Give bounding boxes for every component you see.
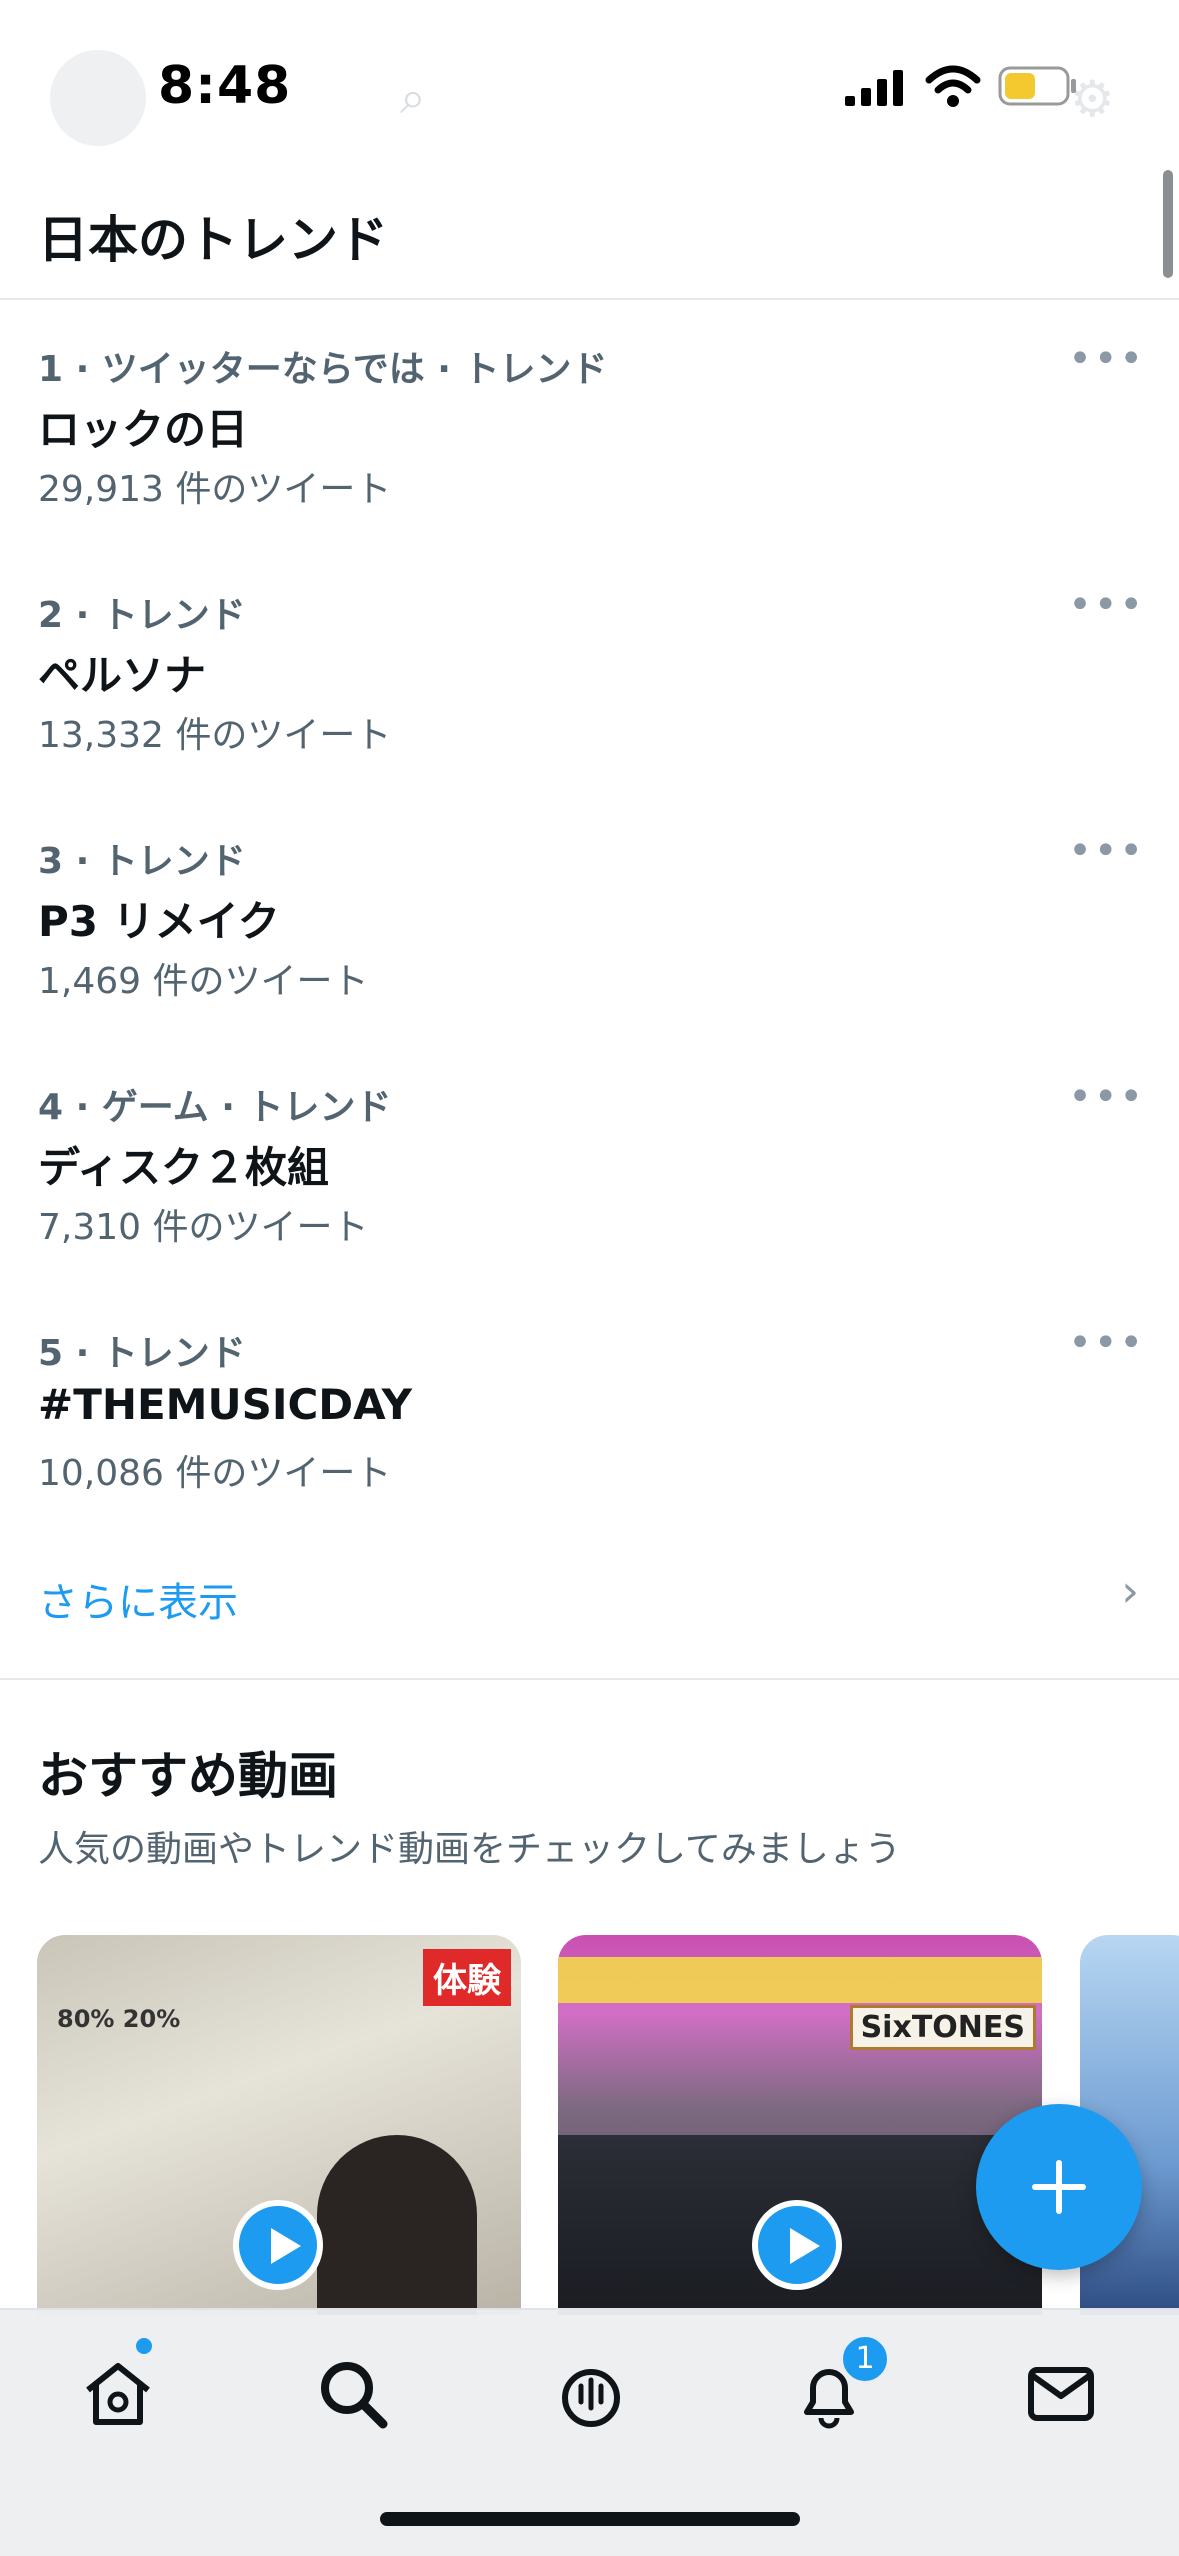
notification-count-badge: 1 (840, 2334, 890, 2384)
trend-name: ロックの日 (38, 405, 249, 454)
video-overlay-text: SixTONES (849, 2005, 1036, 2050)
section-title: おすすめ動画 (38, 1747, 338, 1805)
trend-item[interactable]: 3 · トレンド P3 リメイク 1,469 件のツイート ••• (0, 792, 1179, 1038)
search-icon (321, 2362, 388, 2429)
tab-spaces[interactable] (551, 2354, 631, 2434)
scroll-indicator[interactable] (1163, 170, 1173, 278)
more-options-icon[interactable]: ••• (1068, 582, 1145, 628)
trend-meta: 4 · ゲーム · トレンド (38, 1087, 392, 1128)
trend-count: 13,332 件のツイート (38, 715, 392, 756)
page-title: 日本のトレンド (38, 211, 388, 269)
trend-name: P3 リメイク (38, 897, 280, 946)
trend-count: 29,913 件のツイート (38, 469, 392, 510)
trends-header: 日本のトレンド (0, 170, 1179, 300)
trend-count: 7,310 件のツイート (38, 1207, 369, 1248)
home-indicator[interactable] (380, 2512, 800, 2526)
play-icon[interactable] (233, 2200, 323, 2290)
trend-name: ディスク２枚組 (38, 1143, 330, 1192)
more-options-icon[interactable]: ••• (1068, 1074, 1145, 1120)
video-person (317, 2135, 477, 2315)
tab-search[interactable] (313, 2354, 393, 2434)
weather-readout: 80% 20% (57, 2005, 181, 2033)
trend-item[interactable]: 1 · ツイッターならでは · トレンド ロックの日 29,913 件のツイート… (0, 300, 1179, 546)
video-overlay-text: 体験 (423, 1949, 511, 2006)
trend-meta: 3 · トレンド (38, 841, 246, 882)
home-icon (86, 2363, 150, 2425)
cellular-signal-icon (845, 70, 903, 106)
trend-item[interactable]: 4 · ゲーム · トレンド ディスク２枚組 7,310 件のツイート ••• (0, 1038, 1179, 1284)
trend-meta: 2 · トレンド (38, 595, 246, 636)
compose-tweet-button[interactable] (976, 2104, 1142, 2270)
tab-home[interactable] (78, 2354, 158, 2434)
wifi-icon (925, 65, 981, 107)
more-options-icon[interactable]: ••• (1068, 336, 1145, 382)
home-notification-dot (136, 2338, 152, 2354)
spaces-icon (562, 2369, 620, 2427)
mail-icon (1028, 2367, 1094, 2421)
tab-messages[interactable] (1021, 2354, 1101, 2434)
chevron-right-icon: › (1121, 1566, 1139, 1617)
play-icon[interactable] (752, 2200, 842, 2290)
trends-list: 1 · ツイッターならでは · トレンド ロックの日 29,913 件のツイート… (0, 300, 1179, 1530)
trend-meta: 1 · ツイッターならでは · トレンド (38, 349, 608, 390)
trend-count: 1,469 件のツイート (38, 961, 369, 1002)
trend-meta: 5 · トレンド (38, 1333, 246, 1374)
show-more-link[interactable]: さらに表示 › (0, 1530, 1179, 1680)
status-time: 8:48 (158, 56, 292, 116)
battery-icon (998, 66, 1076, 106)
trend-item[interactable]: 2 · トレンド ペルソナ 13,332 件のツイート ••• (0, 546, 1179, 792)
more-options-icon[interactable]: ••• (1068, 828, 1145, 874)
profile-avatar[interactable] (50, 50, 146, 146)
show-more-label: さらに表示 (38, 1580, 238, 1626)
more-options-icon[interactable]: ••• (1068, 1320, 1145, 1366)
trend-count: 10,086 件のツイート (38, 1453, 392, 1494)
video-banner (558, 1957, 1042, 2003)
trend-name: ペルソナ (38, 651, 207, 700)
trend-name: #THEMUSICDAY (38, 1380, 413, 1429)
section-subtitle: 人気の動画やトレンド動画をチェックしてみましょう (38, 1829, 901, 1870)
trend-item[interactable]: 5 · トレンド #THEMUSICDAY 10,086 件のツイート ••• (0, 1284, 1179, 1530)
status-bar: ⌕ ⚙ 8:48 (0, 0, 1179, 170)
search-icon[interactable]: ⌕ (400, 70, 426, 126)
